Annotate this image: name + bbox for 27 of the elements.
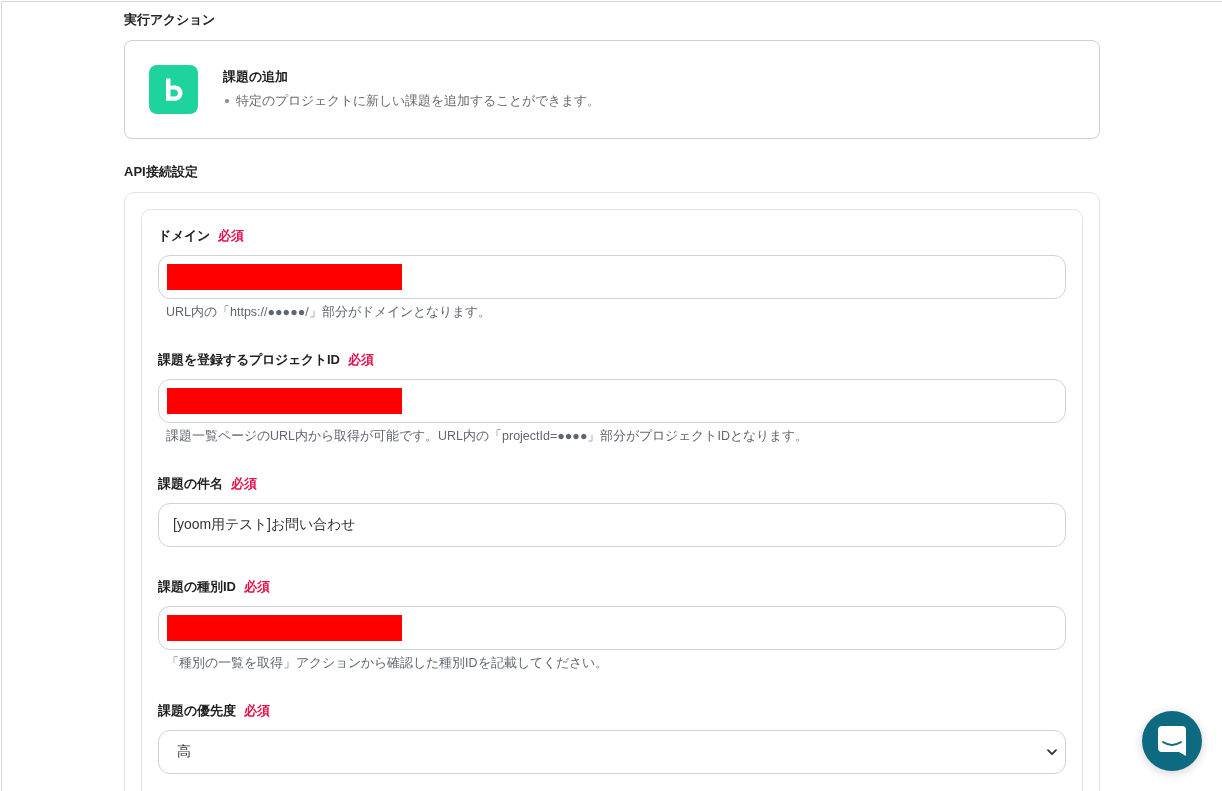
input-field[interactable] — [158, 379, 1066, 423]
chat-button[interactable] — [1142, 711, 1202, 771]
input-field[interactable]: [yoom用テスト]お問い合わせ — [158, 503, 1066, 547]
field-label: 課題の件名 — [158, 475, 223, 493]
chevron-down-icon — [1047, 748, 1057, 756]
help-text: 「種別の一覧を取得」アクションから確認した種別IDを記載してください。 — [165, 655, 609, 671]
required-label: 必須 — [218, 227, 244, 245]
help-text: URL内の「https://●●●●●/」部分がドメインとなります。 — [165, 304, 492, 320]
required-label: 必須 — [244, 702, 270, 720]
app-logo-icon — [149, 65, 198, 114]
field-label: 課題を登録するプロジェクトID — [158, 351, 340, 369]
section-heading: API接続設定 — [124, 163, 199, 181]
input-field[interactable] — [158, 606, 1066, 650]
help-text: 課題一覧ページのURL内から取得が可能です。URL内の「projectId=●●●●」部分がプロジェクトIDとなります。 — [165, 428, 809, 444]
action-description: 特定のプロジェクトに新しい課題を追加することができます。 — [236, 92, 600, 110]
field-label: 課題の優先度 — [158, 702, 236, 720]
action-title: 課題の追加 — [223, 68, 289, 86]
required-label: 必須 — [231, 475, 257, 493]
field-label: 課題の種別ID — [158, 578, 236, 596]
field-label: ドメイン — [158, 227, 210, 245]
chat-bubble-icon — [1158, 726, 1186, 756]
bullet-dot-icon — [225, 99, 229, 103]
required-label: 必須 — [244, 578, 270, 596]
required-label: 必須 — [348, 351, 374, 369]
select-field[interactable]: 高 — [158, 730, 1066, 774]
section-heading: 実行アクション — [124, 11, 216, 29]
input-field[interactable] — [158, 255, 1066, 299]
